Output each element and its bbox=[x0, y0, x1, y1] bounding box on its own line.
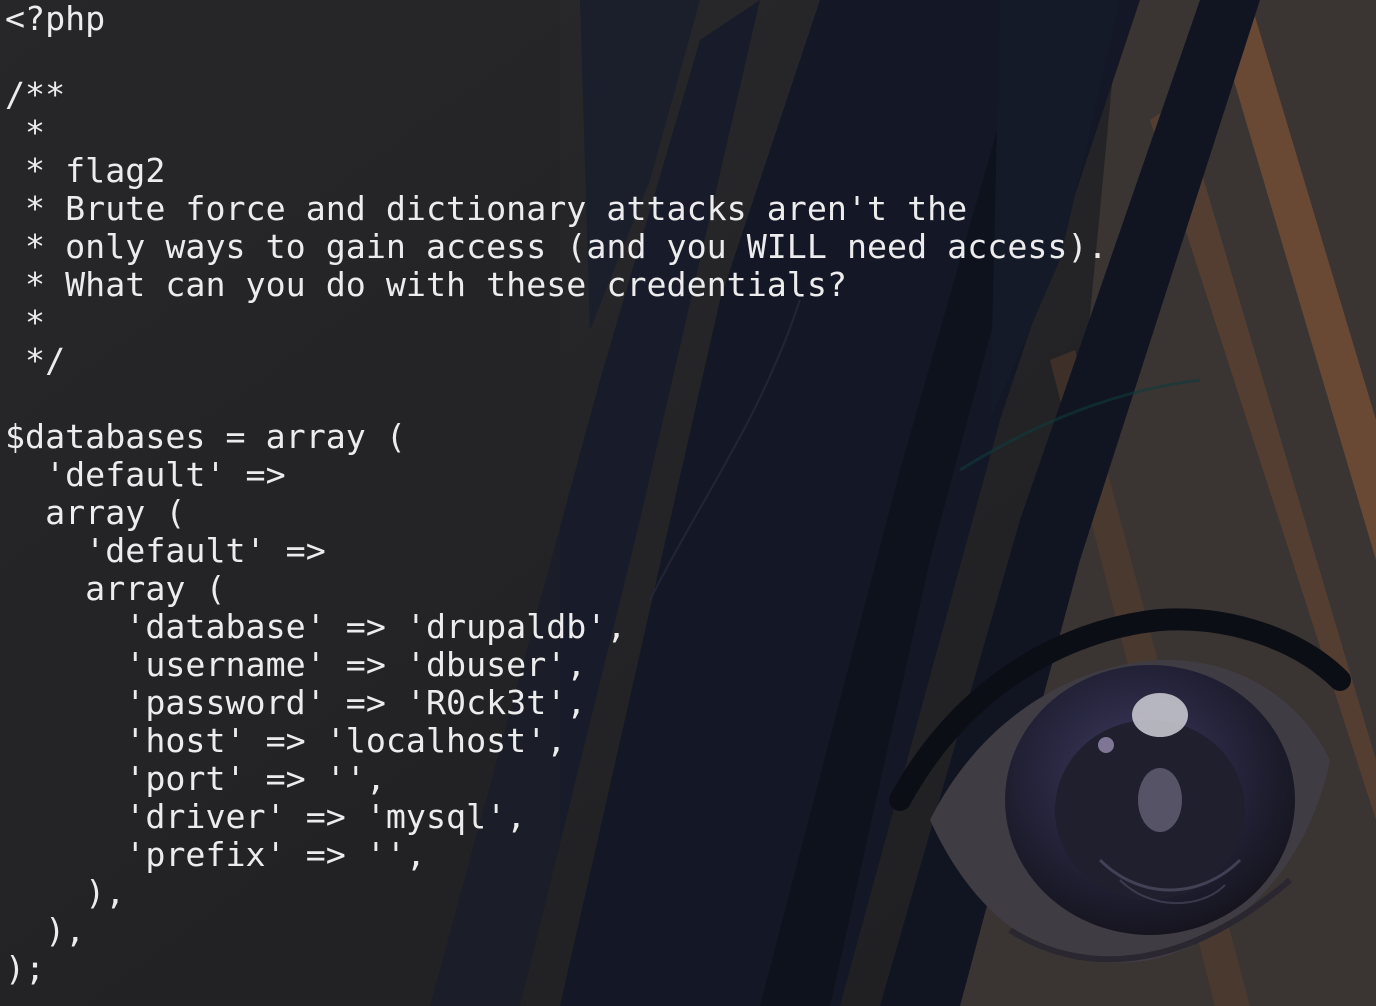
terminal-output[interactable]: <?php /** * * flag2 * Brute force and dic… bbox=[5, 0, 1108, 988]
code-line: 'password' => 'R0ck3t', bbox=[5, 683, 587, 722]
code-line: * bbox=[5, 113, 46, 152]
code-line: ), bbox=[5, 873, 126, 912]
terminal-window[interactable]: <?php /** * * flag2 * Brute force and dic… bbox=[0, 0, 1376, 1006]
code-line: ); bbox=[5, 949, 46, 988]
code-line: 'prefix' => '', bbox=[5, 835, 426, 874]
code-line: 'default' => bbox=[5, 455, 286, 494]
code-line: array ( bbox=[5, 493, 186, 532]
code-line: * What can you do with these credentials… bbox=[5, 265, 847, 304]
code-line: * Brute force and dictionary attacks are… bbox=[5, 189, 968, 228]
code-line: ), bbox=[5, 911, 86, 950]
code-line: 'database' => 'drupaldb', bbox=[5, 607, 627, 646]
code-line: 'default' => bbox=[5, 531, 326, 570]
code-line: <?php bbox=[5, 0, 106, 38]
code-line: $databases = array ( bbox=[5, 417, 406, 456]
code-line: /** bbox=[5, 75, 66, 114]
code-line: array ( bbox=[5, 569, 226, 608]
code-line: 'host' => 'localhost', bbox=[5, 721, 567, 760]
code-line: * bbox=[5, 303, 46, 342]
code-line: 'username' => 'dbuser', bbox=[5, 645, 587, 684]
code-line: 'driver' => 'mysql', bbox=[5, 797, 527, 836]
code-line: * only ways to gain access (and you WILL… bbox=[5, 227, 1108, 266]
code-line: 'port' => '', bbox=[5, 759, 386, 798]
code-line: * flag2 bbox=[5, 151, 166, 190]
code-line: */ bbox=[5, 341, 66, 380]
